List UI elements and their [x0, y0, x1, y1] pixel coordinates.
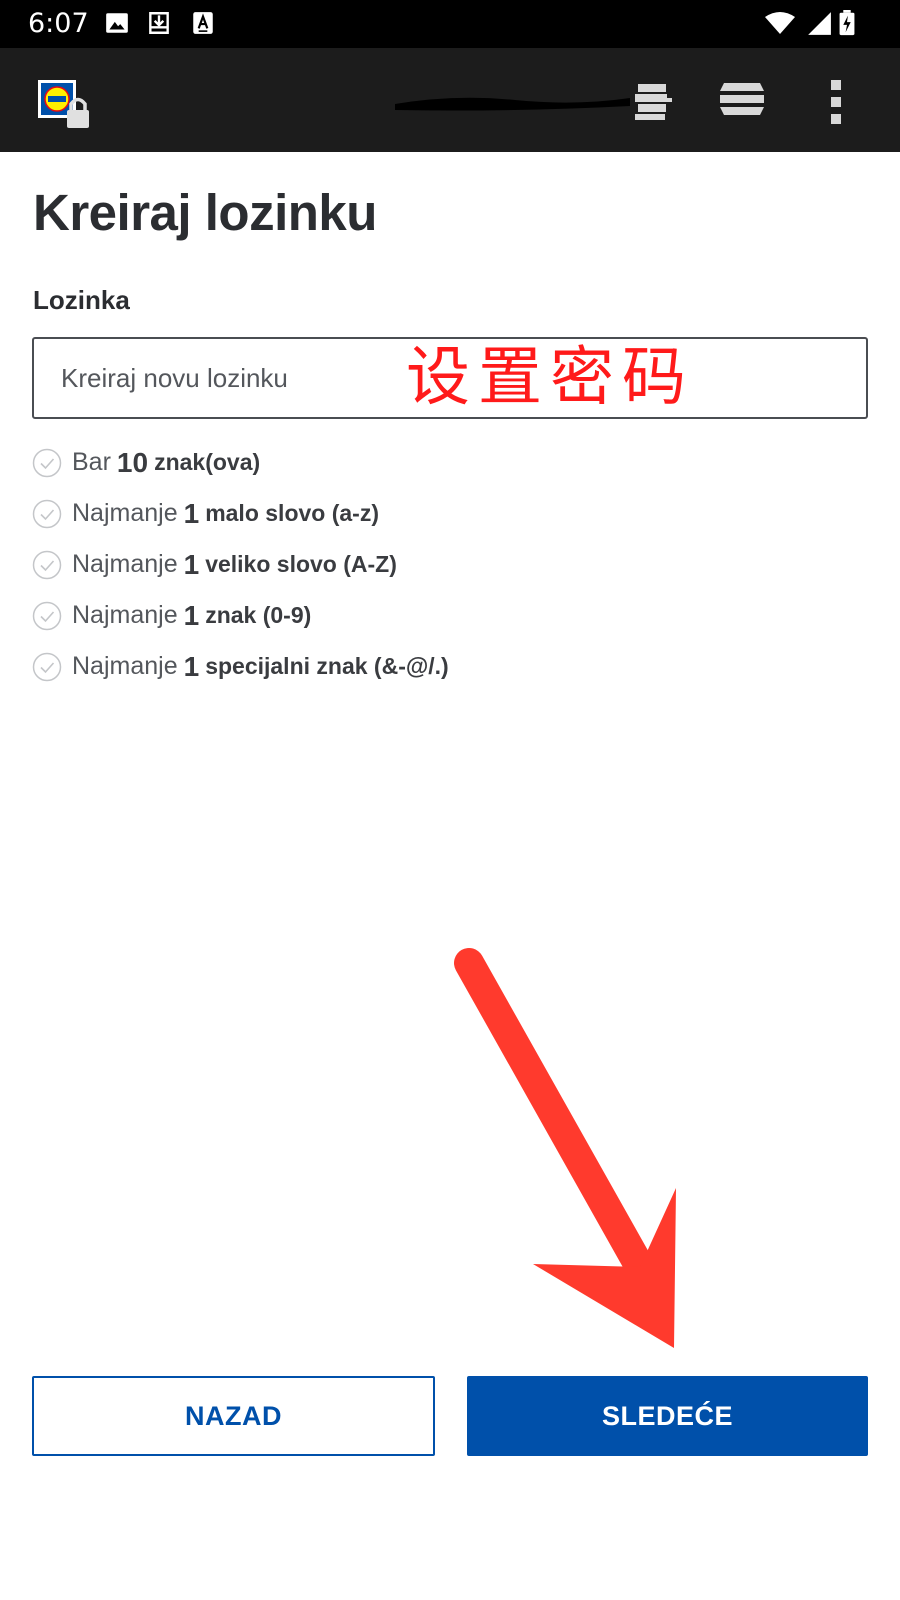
rule-number: 1 — [183, 548, 200, 580]
rule-item: Najmanje 1 malo slovo (a-z) — [32, 488, 449, 539]
rule-item: Najmanje 1 specijalni znak (&-@/.) — [32, 641, 449, 692]
rule-description: specijalni znak (&-@/.) — [205, 653, 449, 679]
rule-item: Najmanje 1 veliko slovo (A-Z) — [32, 539, 449, 590]
rule-prefix: Najmanje — [72, 652, 178, 680]
check-circle-icon — [32, 601, 62, 630]
rule-prefix: Najmanje — [72, 499, 178, 527]
rule-number: 10 — [116, 446, 149, 478]
rule-item: Bar 10 znak(ova) — [32, 437, 449, 488]
battery-charging-icon — [839, 10, 855, 36]
rule-number: 1 — [183, 497, 200, 529]
rule-number: 1 — [183, 650, 200, 682]
more-vert-icon[interactable] — [828, 80, 844, 124]
download-icon — [149, 12, 169, 34]
password-label: Lozinka — [33, 285, 130, 315]
image-icon — [106, 13, 128, 33]
check-circle-icon — [32, 499, 62, 528]
rule-prefix: Najmanje — [72, 550, 178, 578]
signal-icon — [808, 12, 831, 35]
page-title: Kreiraj lozinku — [33, 184, 377, 241]
wifi-icon — [765, 12, 795, 34]
font-icon — [193, 12, 213, 34]
back-button[interactable]: NAZAD — [32, 1376, 435, 1456]
check-circle-icon — [32, 652, 62, 681]
rule-description: znak (0-9) — [205, 602, 312, 628]
check-circle-icon — [32, 448, 62, 477]
next-button[interactable]: SLEDEĆE — [467, 1376, 868, 1456]
rule-prefix: Najmanje — [72, 601, 178, 629]
password-input[interactable] — [61, 339, 441, 417]
app-toolbar — [0, 48, 900, 152]
status-time: 6:07 — [28, 8, 89, 39]
list-icon[interactable] — [716, 80, 768, 122]
rule-description: veliko slovo (A-Z) — [205, 551, 397, 577]
status-bar: 6:07 — [0, 0, 900, 48]
check-circle-icon — [32, 550, 62, 579]
rule-number: 1 — [183, 599, 200, 631]
rule-description: malo slovo (a-z) — [205, 500, 379, 526]
translate-icon[interactable] — [632, 80, 676, 122]
annotation-text: 设置密码 — [406, 341, 694, 415]
rule-item: Najmanje 1 znak (0-9) — [32, 590, 449, 641]
rule-description: znak(ova) — [154, 449, 261, 475]
redacted-bar — [395, 97, 630, 111]
password-field[interactable]: 设置密码 — [32, 337, 868, 419]
lidl-logo-lock-icon — [38, 80, 89, 128]
rule-prefix: Bar — [72, 448, 111, 476]
password-rules: Bar 10 znak(ova) Najmanje 1 malo slovo (… — [32, 437, 449, 692]
